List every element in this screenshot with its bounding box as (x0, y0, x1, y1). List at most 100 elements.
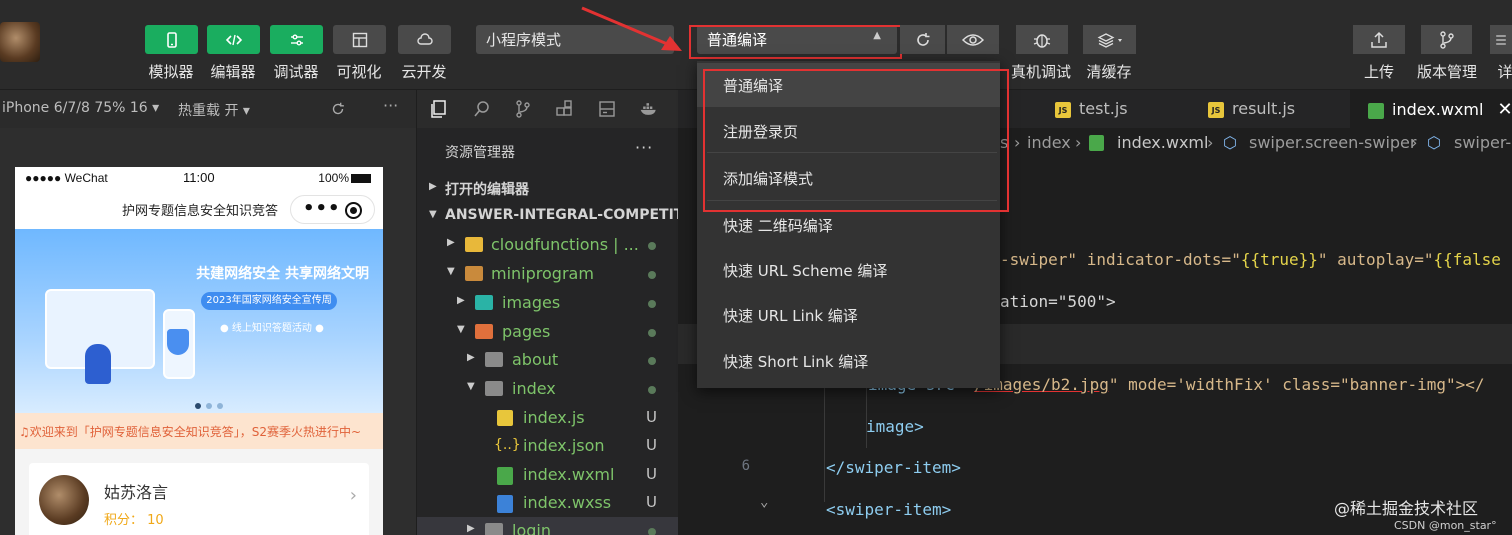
tree-row-index-json[interactable]: {..} index.json U (417, 432, 679, 460)
tree-row-index-js[interactable]: index.js U (417, 404, 679, 432)
banner-swiper[interactable]: 共建网络安全 共享网络文明 2023年国家网络安全宣传周 ● 线上知识答题活动 … (15, 229, 383, 413)
tree-label: miniprogram (491, 264, 594, 283)
details-button[interactable] (1490, 25, 1512, 54)
breadcrumb-item[interactable]: swiper-i (1454, 133, 1512, 152)
js-file-icon: JS (1055, 101, 1071, 118)
code-text: ation="500"> (1000, 292, 1116, 311)
explorer-panel: 资源管理器 ··· ▶ 打开的编辑器 ▼ ANSWER-INTEGRAL-COM… (416, 128, 705, 535)
code-line: 6 </swiper-item> (678, 450, 1512, 486)
tree-row-index-wxss[interactable]: index.wxss U (417, 489, 679, 517)
tree-label: about (512, 350, 559, 369)
activity-bar (416, 90, 678, 128)
tree-row-index-folder[interactable]: ▼ index (417, 375, 679, 403)
refresh-icon (916, 32, 929, 46)
debugger-button[interactable] (270, 25, 323, 54)
phone-status-bar: ●●●●● WeChat 11:00 100% (15, 167, 383, 189)
status-dot (648, 271, 656, 279)
code-line: image> (678, 409, 1512, 445)
avatar (39, 475, 89, 525)
refresh-button[interactable] (900, 25, 945, 54)
swiper-indicator (195, 394, 228, 413)
chevron-down-icon: ▼ (467, 381, 475, 392)
tab-index-wxml[interactable]: index.wxml ✕ (1350, 90, 1512, 128)
clear-cache-button[interactable] (1083, 25, 1136, 54)
preview-button[interactable] (947, 25, 999, 54)
shield-icon (167, 329, 189, 355)
tree-row-index-wxml[interactable]: index.wxml U (417, 461, 679, 489)
tree-row-images[interactable]: ▶ images (417, 289, 679, 317)
tree-row-open-editors[interactable]: ▶ 打开的编辑器 (417, 175, 679, 203)
tab-label: result.js (1232, 99, 1296, 118)
breadcrumb-separator: › (1207, 133, 1214, 152)
status-dot (648, 300, 656, 308)
tree-row-pages[interactable]: ▼ pages (417, 318, 679, 346)
status-dot (648, 329, 656, 337)
user-name: 姑苏洛言 (104, 483, 169, 502)
extensions-icon[interactable] (554, 99, 574, 119)
docker-icon[interactable] (639, 99, 659, 119)
user-avatar[interactable] (0, 22, 40, 62)
cloud-dev-button[interactable] (398, 25, 451, 54)
tree-label: images (502, 293, 561, 312)
phone-icon (166, 31, 177, 48)
more-dots-icon[interactable]: ••• (303, 200, 341, 218)
storage-icon[interactable] (597, 99, 617, 119)
more-icon[interactable]: ··· (383, 96, 398, 115)
miniprogram-capsule[interactable]: ••• (290, 195, 375, 224)
untracked-flag: U (646, 493, 657, 511)
device-select[interactable]: iPhone 6/7/8 75% 16 ▾ (2, 100, 159, 116)
rotate-icon[interactable] (329, 100, 347, 118)
breadcrumb-item[interactable]: index.wxml (1117, 133, 1208, 152)
tree-row-miniprogram[interactable]: ▼ miniprogram (417, 260, 679, 288)
battery-text: 100% (318, 171, 349, 185)
user-card[interactable]: 姑苏洛言 积分： 10 › (29, 463, 369, 535)
search-icon[interactable] (472, 99, 492, 119)
tree-row-login[interactable]: ▶ login (417, 517, 679, 535)
visualize-button[interactable] (333, 25, 386, 54)
breadcrumb-item[interactable]: swiper.screen-swiper (1249, 133, 1416, 152)
editor-button[interactable] (207, 25, 260, 54)
bug-icon (1033, 33, 1051, 48)
simulator-label: 模拟器 (148, 63, 194, 81)
version-button[interactable] (1421, 25, 1472, 54)
files-icon[interactable] (429, 99, 449, 119)
simulator-button[interactable] (145, 25, 198, 54)
tree-row-cloudfunctions[interactable]: ▶ cloudfunctions | ... (417, 231, 679, 259)
breadcrumb-item[interactable]: index (1027, 133, 1071, 152)
tree-row-about[interactable]: ▶ about (417, 346, 679, 374)
tree-row-project[interactable]: ▼ ANSWER-INTEGRAL-COMPETITI... (417, 203, 705, 231)
folder-icon (485, 523, 503, 535)
fold-chevron-icon[interactable]: ⌄ (760, 494, 768, 510)
notice-bar: ♫欢迎来到「护网专题信息安全知识竞答」，S2赛季火热进行中~ (15, 413, 383, 449)
chevron-down-icon: ▼ (457, 324, 465, 335)
version-label: 版本管理 (1416, 63, 1478, 81)
visualize-label: 可视化 (336, 63, 382, 81)
dropdown-item-short-link[interactable]: 快速 Short Link 编译 (697, 339, 1000, 383)
wxml-file-icon (497, 467, 513, 485)
tree-label: index.json (523, 436, 605, 455)
chevron-right-icon: ▶ (467, 523, 475, 534)
js-file-icon (497, 410, 513, 426)
close-icon[interactable]: ✕ (1497, 99, 1512, 120)
cube-icon: ⬡ (1223, 133, 1237, 152)
hot-reload-toggle[interactable]: 热重载 开 ▾ (178, 100, 250, 120)
source-control-icon[interactable] (513, 99, 533, 119)
upload-button[interactable] (1353, 25, 1405, 54)
page-title: 护网专题信息安全知识竞答 (122, 204, 279, 219)
explorer-more-icon[interactable]: ··· (635, 138, 653, 157)
user-score: 积分： 10 (104, 513, 164, 528)
dropdown-item-url-link[interactable]: 快速 URL Link 编译 (697, 293, 1000, 337)
banner-headline: 共建网络安全 共享网络文明 (196, 266, 369, 282)
simulator-toolbar: iPhone 6/7/8 75% 16 ▾ 热重载 开 ▾ ··· (0, 90, 416, 128)
close-circle-icon[interactable] (345, 202, 362, 219)
breadcrumb-separator: › (1075, 133, 1082, 152)
sliders-icon (290, 33, 303, 45)
dropdown-item-url-scheme[interactable]: 快速 URL Scheme 编译 (697, 248, 1000, 292)
status-dot (648, 528, 656, 535)
folder-icon (485, 352, 503, 367)
real-debug-button[interactable] (1016, 25, 1068, 54)
tab-result-js[interactable]: JS result.js (1208, 90, 1295, 128)
watermark-subtext: CSDN @mon_star° (1394, 519, 1497, 532)
banner-pill: 2023年国家网络安全宣传周 (201, 292, 337, 310)
tab-test-js[interactable]: JS test.js (1055, 90, 1128, 128)
